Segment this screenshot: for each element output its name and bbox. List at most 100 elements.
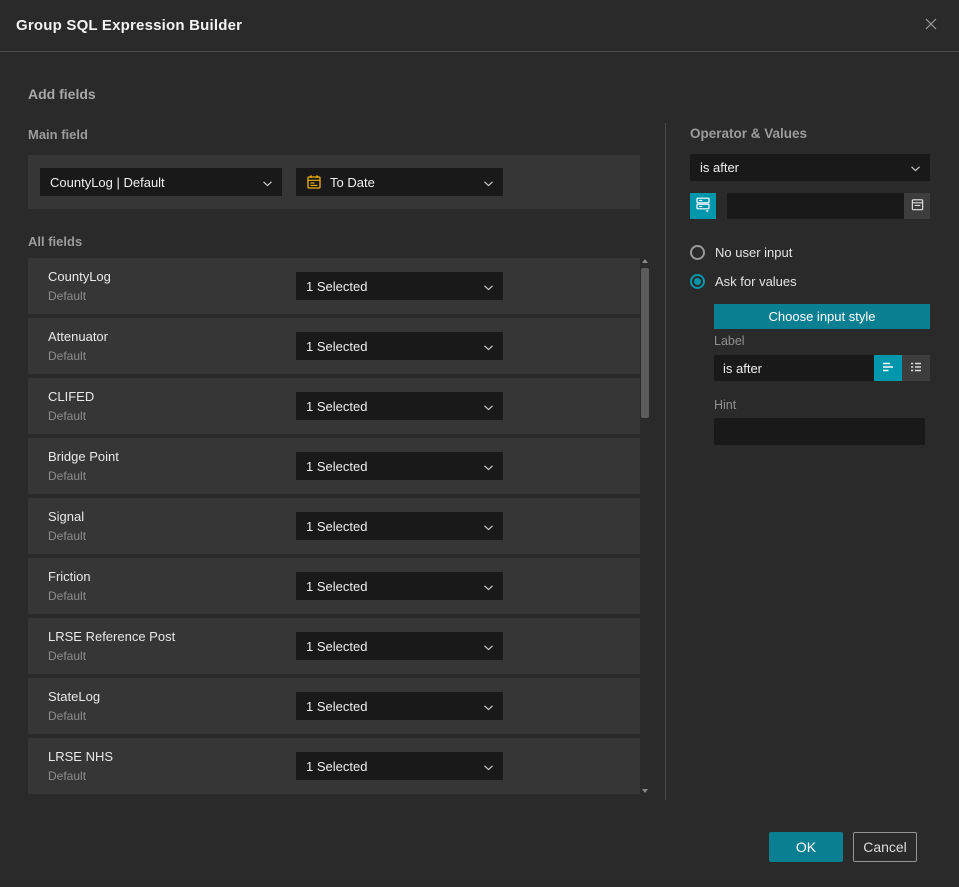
main-field-select-value: CountyLog | Default: [50, 174, 165, 190]
field-selection-value: 1 Selected: [306, 278, 368, 294]
field-subtitle: Default: [48, 349, 87, 363]
hint-field-label: Hint: [714, 398, 737, 412]
chevron-down-icon: [484, 399, 493, 414]
label-input-row: [714, 355, 930, 381]
date-field-select-value: To Date: [330, 174, 375, 190]
field-name: Attenuator: [48, 329, 108, 344]
chevron-down-icon: [484, 699, 493, 714]
all-fields-list: CountyLog Default 1 Selected Attenuator …: [28, 258, 640, 798]
main-field-select[interactable]: CountyLog | Default: [40, 168, 282, 196]
chevron-down-icon: [484, 459, 493, 474]
field-selection-value: 1 Selected: [306, 638, 368, 654]
list-icon: [908, 359, 924, 378]
add-fields-heading: Add fields: [28, 86, 96, 102]
choose-input-style-button[interactable]: Choose input style: [714, 304, 930, 329]
cancel-button[interactable]: Cancel: [853, 832, 917, 862]
chevron-down-icon: [484, 339, 493, 354]
field-selection-select[interactable]: 1 Selected: [296, 632, 503, 660]
field-name: LRSE Reference Post: [48, 629, 176, 644]
all-fields-label: All fields: [28, 234, 83, 249]
radio-no-user-input[interactable]: No user input: [690, 245, 792, 260]
field-row-signal: Signal Default 1 Selected: [28, 498, 640, 554]
date-field-select[interactable]: To Date: [296, 168, 503, 196]
field-selection-value: 1 Selected: [306, 578, 368, 594]
hint-input[interactable]: [714, 418, 925, 445]
radio-off-icon: [690, 245, 705, 260]
dialog-titlebar: Group SQL Expression Builder: [0, 0, 959, 52]
field-row-friction: Friction Default 1 Selected: [28, 558, 640, 614]
field-name: Bridge Point: [48, 449, 119, 464]
chevron-down-icon: [484, 175, 493, 190]
field-selection-value: 1 Selected: [306, 758, 368, 774]
align-left-icon: [880, 359, 896, 378]
dialog-title: Group SQL Expression Builder: [16, 17, 243, 34]
chevron-down-icon: [484, 639, 493, 654]
value-input[interactable]: [727, 193, 930, 219]
operator-values-heading: Operator & Values: [690, 126, 808, 141]
field-subtitle: Default: [48, 469, 87, 483]
field-selection-select[interactable]: 1 Selected: [296, 272, 503, 300]
radio-label: Ask for values: [715, 274, 797, 289]
scrollbar-up-arrow[interactable]: [642, 259, 648, 263]
value-input-row: [690, 193, 930, 219]
field-row-attenuator: Attenuator Default 1 Selected: [28, 318, 640, 374]
field-row-bridge-point: Bridge Point Default 1 Selected: [28, 438, 640, 494]
field-values-picker-button[interactable]: [690, 193, 716, 219]
field-selection-value: 1 Selected: [306, 458, 368, 474]
operator-select[interactable]: is after: [690, 154, 930, 181]
label-input[interactable]: [714, 355, 874, 381]
field-selection-select[interactable]: 1 Selected: [296, 392, 503, 420]
radio-on-icon: [690, 274, 705, 289]
field-row-lrse-nhs: LRSE NHS Default 1 Selected: [28, 738, 640, 794]
calendar-icon: [306, 174, 322, 190]
field-name: Friction: [48, 569, 91, 584]
field-selection-select[interactable]: 1 Selected: [296, 452, 503, 480]
field-subtitle: Default: [48, 649, 87, 663]
field-subtitle: Default: [48, 589, 87, 603]
field-selection-select[interactable]: 1 Selected: [296, 332, 503, 360]
main-field-panel: CountyLog | Default To Date: [28, 155, 640, 209]
field-selection-select[interactable]: 1 Selected: [296, 512, 503, 540]
field-name: CLIFED: [48, 389, 95, 404]
chevron-down-icon: [484, 279, 493, 294]
calendar-icon: [910, 197, 925, 215]
field-name: Signal: [48, 509, 85, 524]
align-left-style-button[interactable]: [874, 355, 902, 381]
scrollbar-thumb[interactable]: [641, 268, 649, 418]
scrollbar-down-arrow[interactable]: [642, 789, 648, 793]
field-row-countylog: CountyLog Default 1 Selected: [28, 258, 640, 314]
field-subtitle: Default: [48, 709, 87, 723]
field-row-lrse-reference-post: LRSE Reference Post Default 1 Selected: [28, 618, 640, 674]
close-button[interactable]: [919, 14, 943, 38]
chevron-down-icon: [911, 160, 920, 175]
field-name: CountyLog: [48, 269, 111, 284]
list-style-button[interactable]: [902, 355, 930, 381]
field-row-clifed: CLIFED Default 1 Selected: [28, 378, 640, 434]
label-field-label: Label: [714, 334, 745, 348]
field-subtitle: Default: [48, 409, 87, 423]
field-selection-select[interactable]: 1 Selected: [296, 752, 503, 780]
field-selection-select[interactable]: 1 Selected: [296, 572, 503, 600]
field-selection-value: 1 Selected: [306, 698, 368, 714]
main-field-label: Main field: [28, 127, 88, 142]
field-stack-icon: [695, 196, 711, 216]
field-selection-value: 1 Selected: [306, 338, 368, 354]
field-row-statelog: StateLog Default 1 Selected: [28, 678, 640, 734]
date-picker-button[interactable]: [904, 193, 930, 219]
field-selection-select[interactable]: 1 Selected: [296, 692, 503, 720]
chevron-down-icon: [484, 519, 493, 534]
list-scrollbar: [640, 256, 650, 796]
operator-select-value: is after: [700, 160, 740, 175]
chevron-down-icon: [484, 579, 493, 594]
radio-ask-for-values[interactable]: Ask for values: [690, 274, 797, 289]
ok-button[interactable]: OK: [769, 832, 843, 862]
field-name: LRSE NHS: [48, 749, 114, 764]
chevron-down-icon: [484, 759, 493, 774]
field-subtitle: Default: [48, 289, 87, 303]
panel-divider: [665, 123, 666, 800]
field-selection-value: 1 Selected: [306, 398, 368, 414]
field-name: StateLog: [48, 689, 101, 704]
close-icon: [922, 15, 940, 36]
field-subtitle: Default: [48, 529, 87, 543]
radio-label: No user input: [715, 245, 793, 260]
